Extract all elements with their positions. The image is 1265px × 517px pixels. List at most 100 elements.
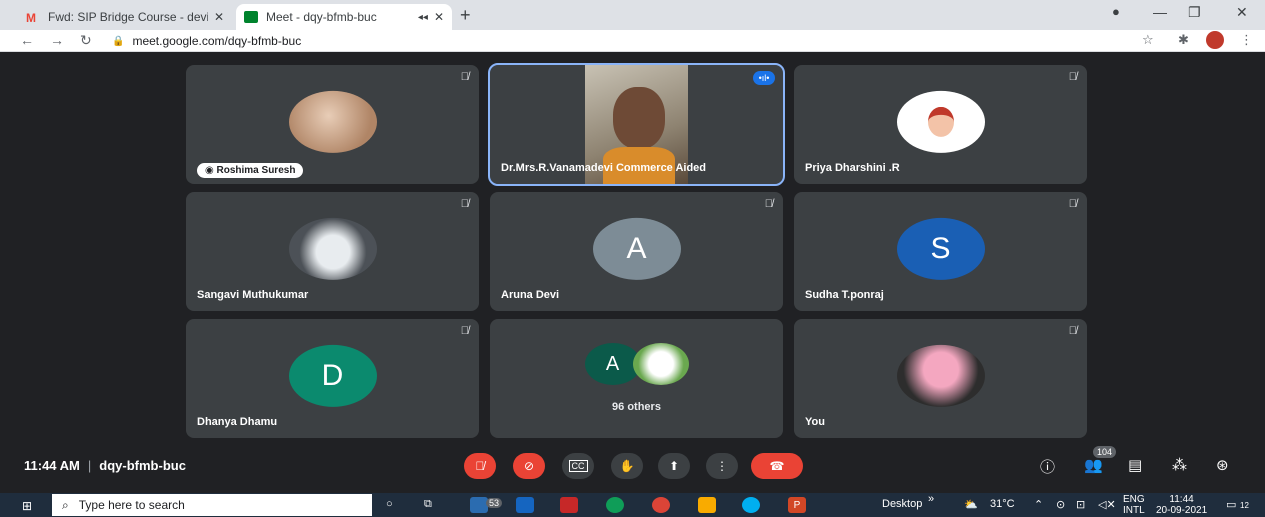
- restore-icon[interactable]: ❐: [1188, 4, 1201, 21]
- participant-tile[interactable]: 🎙̸ Priya Dharshini .R: [794, 65, 1087, 184]
- self-photo: [896, 344, 985, 407]
- participant-tile[interactable]: 🎙̸ Sangavi Muthukumar: [186, 192, 479, 311]
- taskbar-clock[interactable]: 11:44 20-09-2021: [1156, 494, 1207, 516]
- desktop-toolbar-label[interactable]: Desktop: [882, 498, 922, 510]
- captions-button[interactable]: CC: [562, 453, 594, 479]
- participant-name: Sangavi Muthukumar: [197, 289, 309, 301]
- self-tile[interactable]: 🎙̸ You: [794, 319, 1087, 438]
- taskbar-search-box[interactable]: ⌕ Type here to search: [52, 494, 372, 516]
- forward-icon[interactable]: →: [50, 32, 64, 48]
- browser-toolbar: ← → ↻ 🔒 meet.google.com/dqy-bfmb-buc ☆ ✱…: [0, 30, 1265, 52]
- edge-icon[interactable]: [606, 497, 624, 513]
- browser-tab-bar: M Fwd: SIP Bridge Course - devipriy ✕ Me…: [0, 0, 1265, 30]
- windows-start-icon[interactable]: ⊞: [22, 499, 32, 513]
- address-bar[interactable]: 🔒 meet.google.com/dqy-bfmb-buc: [112, 32, 301, 50]
- bookmark-star-icon[interactable]: ☆: [1142, 32, 1154, 48]
- audio-playing-icon[interactable]: ◂◂: [418, 12, 428, 23]
- back-icon[interactable]: ←: [20, 32, 34, 48]
- snipping-tool-icon[interactable]: [560, 497, 578, 513]
- close-window-icon[interactable]: ✕: [1236, 4, 1248, 21]
- store-icon[interactable]: [516, 497, 534, 513]
- meeting-time: 11:44 AM: [24, 458, 80, 473]
- mic-muted-icon: 🎙̸: [1068, 325, 1077, 337]
- chat-icon[interactable]: ▤: [1128, 456, 1142, 474]
- mic-muted-icon: 🎙̸: [1068, 71, 1077, 83]
- camera-toggle-button[interactable]: ⊘: [513, 453, 545, 479]
- minimize-icon[interactable]: —: [1153, 4, 1167, 20]
- menu-kebab-icon[interactable]: ⋮: [1240, 32, 1253, 48]
- windows-taskbar: ⊞ ⌕ Type here to search ○ ⧉ 53 P Desktop…: [0, 493, 1265, 517]
- others-avatars: A: [584, 343, 689, 385]
- new-tab-button[interactable]: +: [460, 5, 471, 26]
- tab-title: Meet - dqy-bfmb-buc: [266, 10, 377, 24]
- meeting-code: dqy-bfmb-buc: [99, 458, 186, 473]
- tab-gmail[interactable]: M Fwd: SIP Bridge Course - devipriy ✕: [18, 4, 232, 30]
- profile-avatar[interactable]: [1206, 31, 1224, 49]
- clock-time: 11:44: [1169, 494, 1194, 505]
- others-tile[interactable]: A 96 others: [490, 319, 783, 438]
- camera-off-icon: ⊘: [523, 459, 535, 473]
- url-text: meet.google.com/dqy-bfmb-buc: [132, 34, 302, 48]
- participant-tile[interactable]: 🎙̸ A Aruna Devi: [490, 192, 783, 311]
- mail-app-icon[interactable]: [470, 497, 488, 513]
- activities-icon[interactable]: ⁂: [1172, 456, 1187, 474]
- hand-icon: ✋: [619, 459, 635, 473]
- participant-name: Dr.Mrs.R.Vanamadevi Commerce Aided: [501, 162, 707, 174]
- toolbar-chevron[interactable]: »: [928, 493, 934, 505]
- participant-photo: [288, 90, 377, 153]
- volume-muted-icon[interactable]: ◁✕: [1098, 498, 1116, 511]
- weather-temp[interactable]: 31°C: [990, 498, 1015, 510]
- mic-muted-icon: 🎙̸: [460, 198, 469, 210]
- mic-muted-icon: 🎙̸: [460, 71, 469, 83]
- participant-tile[interactable]: 🎙̸ D Dhanya Dhamu: [186, 319, 479, 438]
- present-screen-icon: ⬆: [668, 459, 680, 473]
- participant-name: Aruna Devi: [501, 289, 560, 301]
- chrome-icon[interactable]: [652, 497, 670, 513]
- participant-initial-avatar: S: [896, 217, 985, 280]
- mic-muted-icon: 🎙̸: [460, 325, 469, 337]
- meet-stage: 🎙̸ ◉ Roshima Suresh •ıl• Dr.Mrs.R.Vanama…: [0, 53, 1265, 489]
- others-count-label: 96 others: [612, 401, 661, 413]
- tab-meet[interactable]: Meet - dqy-bfmb-buc ◂◂ ✕: [236, 4, 452, 30]
- more-options-button[interactable]: ⋮: [706, 453, 738, 479]
- more-vertical-icon: ⋮: [716, 459, 728, 473]
- hang-up-icon: ☎: [769, 459, 785, 473]
- host-controls-icon[interactable]: ⊛: [1216, 456, 1229, 474]
- tab-title: Fwd: SIP Bridge Course - devipriy: [48, 10, 208, 24]
- mic-toggle-button[interactable]: 🎙̸: [464, 453, 496, 479]
- close-tab-icon[interactable]: ✕: [434, 10, 444, 24]
- mic-muted-icon: 🎙̸: [764, 198, 773, 210]
- participant-name: Dhanya Dhamu: [197, 416, 278, 428]
- reload-icon[interactable]: ↻: [80, 32, 92, 49]
- speaking-indicator-icon: •ıl•: [753, 71, 775, 85]
- network-icon[interactable]: ⊡: [1076, 498, 1085, 511]
- present-button[interactable]: ⬆: [658, 453, 690, 479]
- participant-name: Priya Dharshini .R: [805, 162, 900, 174]
- clock-date: 20-09-2021: [1156, 505, 1208, 516]
- skype-icon[interactable]: [742, 497, 760, 513]
- close-tab-icon[interactable]: ✕: [214, 10, 224, 24]
- participant-photo: [632, 343, 689, 385]
- meet-now-icon[interactable]: ⊙: [1056, 498, 1065, 511]
- meet-icon: [244, 11, 258, 23]
- profile-dot-icon[interactable]: ●: [1112, 4, 1120, 19]
- input-language[interactable]: ENG INTL: [1123, 494, 1145, 516]
- notification-count: 12: [1240, 501, 1249, 510]
- meeting-details-icon[interactable]: ⓘ: [1040, 456, 1055, 477]
- powerpoint-icon[interactable]: P: [788, 497, 806, 513]
- extensions-icon[interactable]: ✱: [1178, 32, 1189, 48]
- leave-call-button[interactable]: ☎: [751, 453, 803, 479]
- participant-tile[interactable]: 🎙̸ S Sudha T.ponraj: [794, 192, 1087, 311]
- participant-tile-active-speaker[interactable]: •ıl• Dr.Mrs.R.Vanamadevi Commerce Aided: [488, 63, 785, 186]
- cortana-icon[interactable]: ○: [386, 498, 393, 510]
- captions-icon: CC: [568, 460, 588, 472]
- participant-tile[interactable]: 🎙̸ ◉ Roshima Suresh: [186, 65, 479, 184]
- participant-name: You: [805, 416, 825, 428]
- task-view-icon[interactable]: ⧉: [424, 498, 432, 511]
- file-explorer-icon[interactable]: [698, 497, 716, 513]
- raise-hand-button[interactable]: ✋: [611, 453, 643, 479]
- notification-center-icon[interactable]: ▭: [1226, 498, 1236, 511]
- show-hidden-icons-icon[interactable]: ⌃: [1034, 498, 1043, 511]
- people-icon[interactable]: 👥: [1084, 456, 1103, 474]
- weather-icon: ⛅: [964, 499, 978, 511]
